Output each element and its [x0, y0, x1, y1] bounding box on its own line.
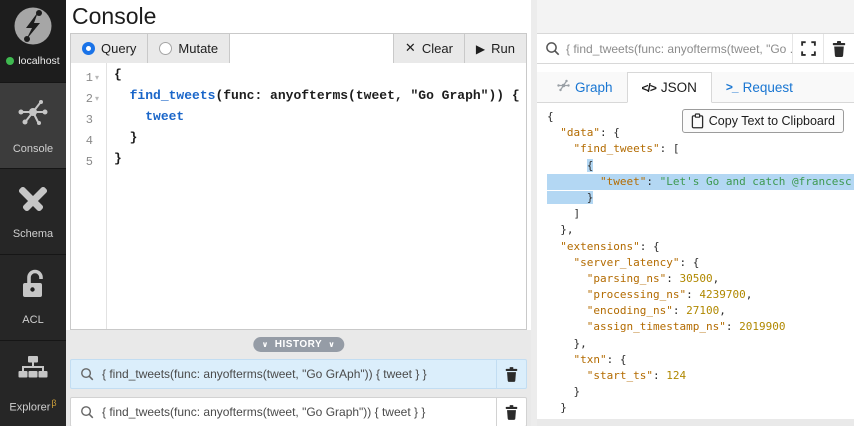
json-line: "parsing_ns": 30500, — [547, 271, 854, 287]
chevron-down-icon: ∨ — [262, 340, 269, 349]
history-query[interactable]: { find_tweets(func: anyofterms(tweet, "G… — [71, 360, 496, 388]
result-query-bar: { find_tweets(func: anyofterms(tweet, "G… — [537, 33, 854, 64]
history-section: ∨ HISTORY ∨ { find_tweets(func: anyofter… — [66, 330, 531, 426]
sidebar-item-schema[interactable]: Schema — [0, 168, 66, 254]
json-line: "txn": { — [547, 352, 854, 368]
server-status[interactable]: localhost — [6, 55, 59, 67]
json-line: "processing_ns": 4239700, — [547, 287, 854, 303]
radio-unselected-icon — [159, 42, 172, 55]
sidebar-item-console[interactable]: Console — [0, 82, 66, 168]
sidebar-item-acl[interactable]: ACL — [0, 254, 66, 340]
json-line: "server_latency": { — [547, 255, 854, 271]
trash-icon — [505, 367, 518, 382]
code-icon: </> — [642, 81, 656, 95]
schema-icon — [17, 184, 49, 219]
search-icon — [537, 41, 566, 56]
lock-open-icon — [19, 269, 47, 305]
search-icon — [80, 367, 94, 381]
results-panel: { find_tweets(func: anyofterms(tweet, "G… — [537, 0, 854, 426]
run-button[interactable]: ▶ Run — [464, 34, 526, 63]
json-line: }, — [547, 336, 854, 352]
ratel-console-app: localhost Console — [0, 0, 854, 426]
json-line: "find_tweets": [ — [547, 141, 854, 157]
sidebar-item-label: Console — [13, 143, 53, 155]
copy-to-clipboard-button[interactable]: Copy Text to Clipboard — [682, 109, 844, 133]
results-tabs: Graph </> JSON >_ Request — [537, 72, 854, 103]
json-line: } — [547, 190, 854, 206]
json-line: } — [547, 400, 854, 416]
json-line: ] — [547, 206, 854, 222]
connected-dot-icon — [6, 57, 14, 65]
tab-graph[interactable]: Graph — [543, 72, 627, 102]
json-line: } — [547, 384, 854, 400]
clear-x-icon: ✕ — [405, 41, 416, 56]
query-mode-button[interactable]: Query — [71, 34, 148, 63]
json-line: { — [547, 158, 854, 174]
history-list: { find_tweets(func: anyofterms(tweet, "G… — [66, 359, 531, 426]
sidebar: localhost Console — [0, 0, 66, 426]
history-delete-button[interactable] — [496, 360, 526, 388]
terminal-icon: >_ — [726, 80, 738, 94]
history-item[interactable]: { find_tweets(func: anyofterms(tweet, "G… — [70, 359, 527, 389]
radio-selected-icon — [82, 42, 95, 55]
graph-icon — [16, 97, 50, 134]
play-icon: ▶ — [476, 42, 485, 56]
json-line: "extensions": { — [547, 239, 854, 255]
clipboard-icon — [691, 113, 704, 129]
results-top-strip — [537, 0, 854, 33]
json-output: Copy Text to Clipboard { "data": { "find… — [537, 103, 854, 418]
json-line: "encoding_ns": 27100, — [547, 303, 854, 319]
page-title: Console — [66, 0, 531, 30]
server-block: localhost — [0, 0, 66, 82]
json-line: }, — [547, 222, 854, 238]
json-lines: { "data": { "find_tweets": [ { "tweet": … — [547, 109, 854, 418]
toolbar-spacer — [230, 34, 393, 63]
query-editor[interactable]: 1▾2▾345 { find_tweets(func: anyofterms(t… — [70, 63, 527, 330]
clear-button[interactable]: ✕ Clear — [393, 34, 464, 63]
json-line: "tweet": "Let's Go and catch @francesc — [547, 174, 854, 190]
history-item[interactable]: { find_tweets(func: anyofterms(tweet, "G… — [70, 397, 527, 426]
sidebar-item-label: ACL — [22, 314, 43, 326]
json-line: "assign_timestamp_ns": 2019900 — [547, 319, 854, 335]
horizontal-scrollbar[interactable] — [537, 419, 854, 426]
trash-icon — [505, 405, 518, 420]
fullscreen-icon — [801, 41, 816, 56]
chevron-down-icon: ∨ — [328, 340, 335, 349]
code-line: { — [114, 67, 520, 88]
tab-request[interactable]: >_ Request — [712, 72, 807, 102]
json-line: "start_ts": 124 — [547, 368, 854, 384]
search-icon — [80, 405, 94, 419]
code-line: } — [114, 151, 520, 172]
mutate-mode-button[interactable]: Mutate — [148, 34, 230, 63]
code-line: tweet — [114, 109, 520, 130]
history-delete-button[interactable] — [496, 398, 526, 426]
fold-icon[interactable]: ▾ — [95, 73, 104, 82]
json-line: } — [547, 417, 854, 418]
fold-icon[interactable]: ▾ — [95, 94, 104, 103]
sidebar-item-explorer[interactable]: Explorerβ — [0, 340, 66, 426]
tab-json[interactable]: </> JSON — [627, 72, 712, 103]
fullscreen-button[interactable] — [792, 34, 823, 63]
code-line: } — [114, 130, 520, 151]
graph-icon — [557, 79, 570, 95]
delete-result-button[interactable] — [823, 34, 854, 63]
history-query[interactable]: { find_tweets(func: anyofterms(tweet, "G… — [71, 398, 496, 426]
result-query-input[interactable]: { find_tweets(func: anyofterms(tweet, "G… — [566, 42, 792, 56]
sidebar-item-label: Schema — [13, 228, 53, 240]
query-panel: Console Query Mutate ✕ Clear ▶ Run 1▾2▾3… — [66, 0, 531, 426]
editor-code: { find_tweets(func: anyofterms(tweet, "G… — [107, 63, 520, 329]
query-toolbar: Query Mutate ✕ Clear ▶ Run — [70, 33, 527, 64]
code-line: find_tweets(func: anyofterms(tweet, "Go … — [114, 88, 520, 109]
trash-icon — [832, 41, 846, 57]
history-toggle[interactable]: ∨ HISTORY ∨ — [253, 337, 344, 352]
dgraph-logo — [14, 7, 52, 50]
sitemap-icon — [17, 354, 49, 389]
server-label: localhost — [18, 55, 59, 67]
sidebar-item-label: Explorerβ — [9, 398, 56, 414]
editor-gutter: 1▾2▾345 — [71, 63, 107, 329]
beta-badge: β — [51, 398, 56, 408]
